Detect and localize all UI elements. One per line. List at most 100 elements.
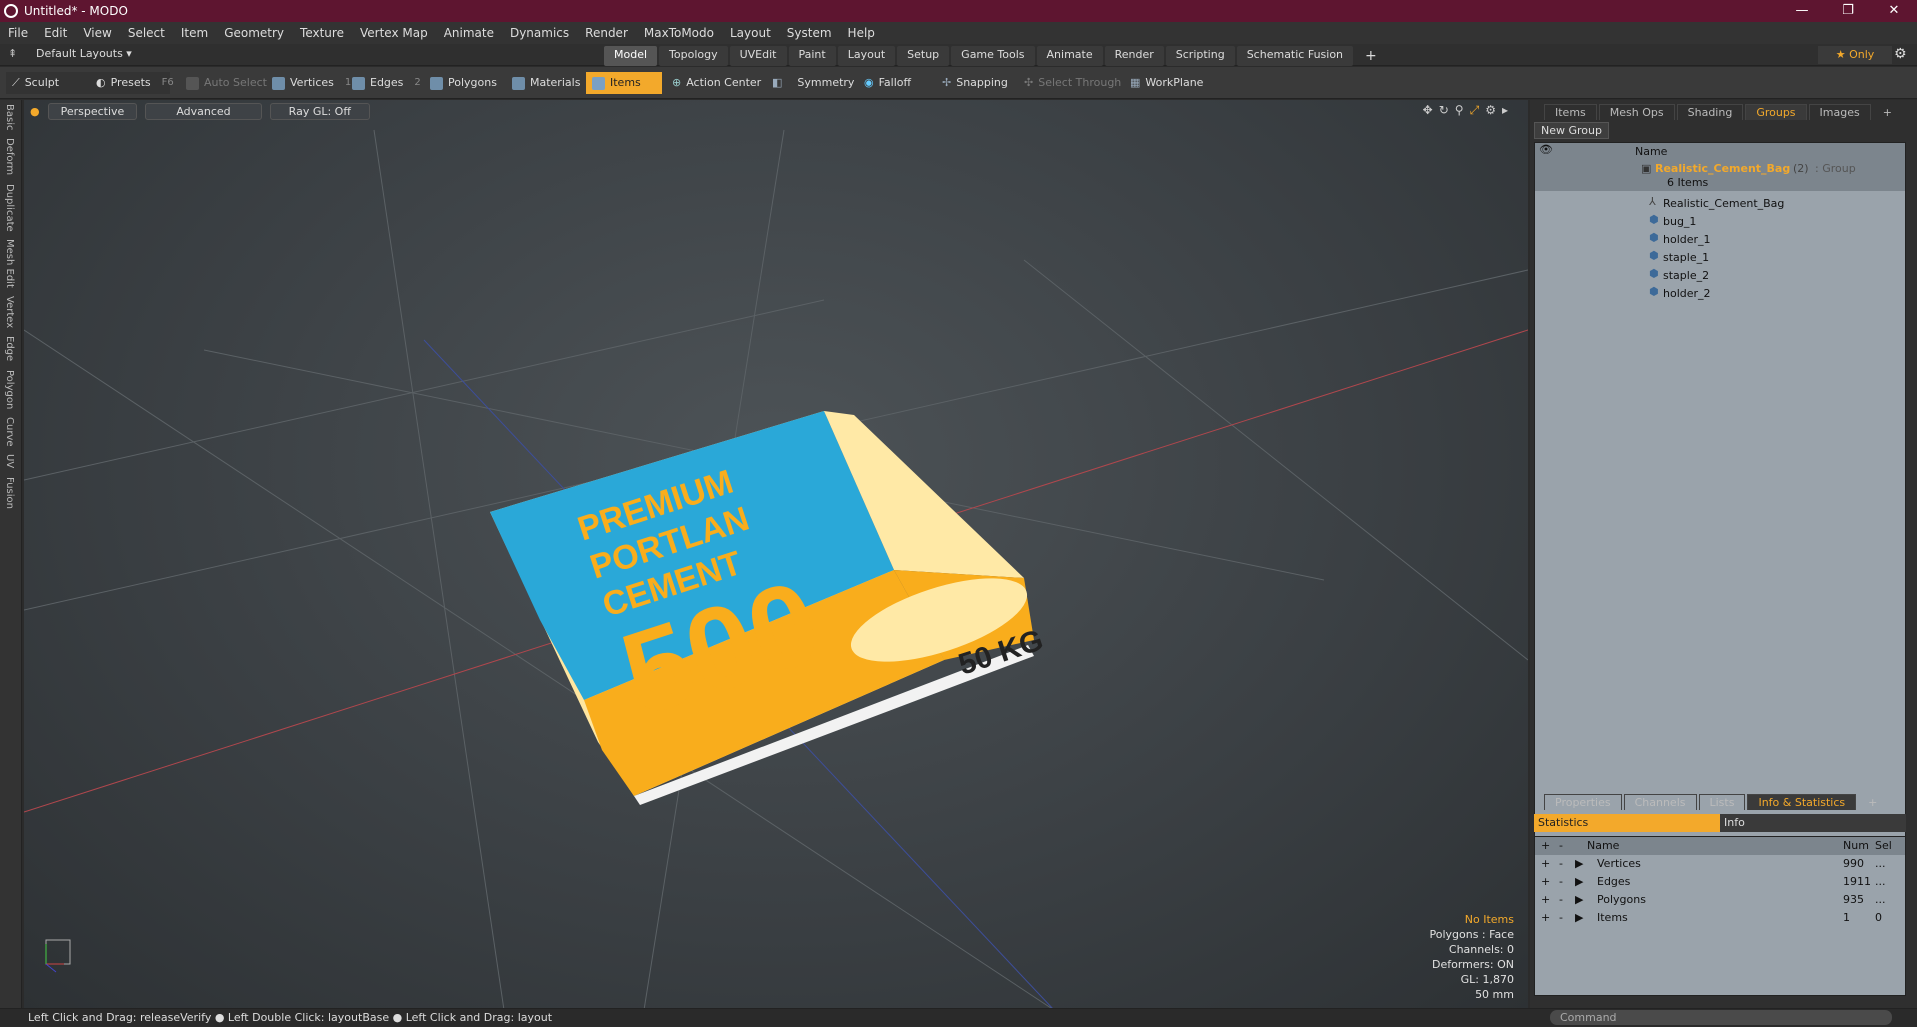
tab-animate[interactable]: Animate — [1036, 46, 1103, 66]
add-stats-tab-button[interactable]: + — [1858, 795, 1887, 810]
sculpt-button[interactable]: ⟋ Sculpt — [6, 72, 92, 94]
list-item[interactable]: ⬢ staple_2 — [1535, 267, 1905, 285]
viewport-menu-dot-icon[interactable]: ● — [30, 105, 40, 118]
list-item[interactable]: ⬢ holder_1 — [1535, 231, 1905, 249]
menu-dynamics[interactable]: Dynamics — [502, 26, 577, 40]
expand-arrow-icon[interactable]: ▶ — [1575, 875, 1583, 888]
falloff-button[interactable]: ◉ Falloff — [858, 72, 917, 94]
raygl-button[interactable]: Ray GL: Off — [269, 102, 370, 120]
info-subtab[interactable]: Info — [1720, 814, 1906, 832]
menu-file[interactable]: File — [0, 26, 36, 40]
tab-mesh-ops[interactable]: Mesh Ops — [1598, 104, 1675, 120]
tab-game-tools[interactable]: Game Tools — [951, 46, 1035, 66]
tab-topology[interactable]: Topology — [659, 46, 728, 66]
maximize-button[interactable]: ❐ — [1825, 0, 1871, 22]
select-through-button[interactable]: ✣ Select Through — [1018, 72, 1127, 94]
expand-arrow-icon[interactable]: ▶ — [1575, 911, 1583, 924]
left-tab-deform[interactable]: Deform — [4, 134, 15, 179]
menu-render[interactable]: Render — [577, 26, 636, 40]
tab-items[interactable]: Items — [1544, 104, 1597, 120]
move-view-icon[interactable]: ✥ — [1423, 103, 1433, 118]
perspective-button[interactable]: Perspective — [47, 102, 138, 120]
left-tab-curve[interactable]: Curve — [4, 413, 15, 451]
left-tab-polygon[interactable]: Polygon — [4, 366, 15, 413]
action-center-button[interactable]: ⊕ Action Center — [666, 72, 767, 94]
tab-channels[interactable]: Channels — [1623, 794, 1697, 810]
materials-button[interactable]: Materials — [506, 72, 586, 94]
close-button[interactable]: ✕ — [1871, 0, 1917, 22]
menu-view[interactable]: View — [75, 26, 119, 40]
expand-arrow-icon[interactable]: ▶ — [1575, 893, 1583, 906]
menu-layout[interactable]: Layout — [722, 26, 779, 40]
presets-button[interactable]: ◐ Presets F6 — [90, 72, 174, 94]
cement-bag-model[interactable]: PREMIUM PORTLAN CEMENT 500 50 KG — [490, 387, 1047, 805]
items-button[interactable]: Items — [586, 72, 662, 94]
tab-schematic-fusion[interactable]: Schematic Fusion — [1236, 46, 1354, 66]
menu-animate[interactable]: Animate — [436, 26, 502, 40]
left-tab-uv[interactable]: UV — [4, 450, 15, 472]
menu-texture[interactable]: Texture — [292, 26, 352, 40]
list-item[interactable]: ⅄ Realistic_Cement_Bag — [1535, 195, 1905, 213]
vertices-button[interactable]: Vertices 1 — [266, 72, 357, 94]
left-tab-vertex[interactable]: Vertex — [4, 292, 15, 332]
group-row[interactable]: ▣ Realistic_Cement_Bag (2) : Group 6 Ite… — [1535, 161, 1905, 191]
advanced-button[interactable]: Advanced — [145, 102, 262, 120]
left-tab-edge[interactable]: Edge — [4, 332, 15, 365]
tab-setup[interactable]: Setup — [897, 46, 950, 66]
menu-maxtomodo[interactable]: MaxToModo — [636, 26, 722, 40]
fit-view-icon[interactable]: ⤢ — [1470, 103, 1480, 118]
table-row[interactable]: + - ▶ Polygons 935 ... — [1535, 891, 1905, 909]
menu-vertex-map[interactable]: Vertex Map — [352, 26, 436, 40]
auto-select-button[interactable]: Auto Select — [180, 72, 273, 94]
table-row[interactable]: + - ▶ Vertices 990 ... — [1535, 855, 1905, 873]
menu-help[interactable]: Help — [840, 26, 883, 40]
tab-layout[interactable]: Layout — [837, 46, 896, 66]
tab-images[interactable]: Images — [1808, 104, 1871, 120]
gear-icon[interactable]: ⚙ — [1894, 46, 1907, 62]
edges-button[interactable]: Edges 2 — [346, 72, 427, 94]
left-tab-fusion[interactable]: Fusion — [4, 473, 15, 513]
tab-shading[interactable]: Shading — [1676, 104, 1744, 120]
layout-selector[interactable]: Default Layouts ▾ — [36, 47, 132, 60]
left-tab-mesh-edit[interactable]: Mesh Edit — [4, 235, 15, 292]
list-item[interactable]: ⬢ holder_2 — [1535, 285, 1905, 303]
table-row[interactable]: + - ▶ Items 1 0 — [1535, 909, 1905, 927]
command-input[interactable]: Command — [1550, 1010, 1892, 1025]
tab-groups[interactable]: Groups — [1745, 104, 1807, 120]
menu-select[interactable]: Select — [120, 26, 173, 40]
only-button[interactable]: ★ Only — [1818, 46, 1892, 64]
expand-arrow-icon[interactable]: ▶ — [1575, 857, 1583, 870]
new-group-button[interactable]: New Group — [1534, 122, 1609, 139]
menu-edit[interactable]: Edit — [36, 26, 75, 40]
viewport-expand-icon[interactable]: ▸ — [1502, 103, 1508, 118]
table-row[interactable]: + - ▶ Edges 1911 ... — [1535, 873, 1905, 891]
list-item[interactable]: ⬢ bug_1 — [1535, 213, 1905, 231]
tab-render[interactable]: Render — [1104, 46, 1164, 66]
tab-uvedit[interactable]: UVEdit — [729, 46, 787, 66]
expand-icon[interactable]: ⇞ — [8, 47, 17, 60]
snapping-button[interactable]: ✢ Snapping — [936, 72, 1014, 94]
symmetry-button[interactable]: ◧ Symmetry — [766, 72, 860, 94]
minimize-button[interactable]: — — [1779, 0, 1825, 22]
menu-system[interactable]: System — [779, 26, 840, 40]
menu-item[interactable]: Item — [173, 26, 216, 40]
left-tab-basic[interactable]: Basic — [4, 100, 15, 134]
add-panel-tab-button[interactable]: + — [1873, 105, 1902, 120]
tab-model[interactable]: Model — [604, 46, 658, 66]
list-item[interactable]: ⬢ staple_1 — [1535, 249, 1905, 267]
viewport-settings-icon[interactable]: ⚙ — [1485, 103, 1496, 118]
3d-viewport[interactable]: PREMIUM PORTLAN CEMENT 500 50 KG ● Persp… — [24, 100, 1528, 1010]
menu-geometry[interactable]: Geometry — [216, 26, 292, 40]
tab-info-statistics[interactable]: Info & Statistics — [1747, 794, 1857, 810]
tab-lists[interactable]: Lists — [1698, 794, 1746, 810]
rotate-view-icon[interactable]: ↻ — [1439, 103, 1449, 118]
add-tab-button[interactable]: + — [1355, 46, 1387, 66]
polygons-button[interactable]: Polygons — [424, 72, 503, 94]
tab-paint[interactable]: Paint — [788, 46, 836, 66]
tab-scripting[interactable]: Scripting — [1165, 46, 1235, 66]
statistics-subtab[interactable]: Statistics — [1534, 814, 1720, 832]
left-tab-duplicate[interactable]: Duplicate — [4, 180, 15, 236]
tab-properties[interactable]: Properties — [1544, 794, 1622, 810]
zoom-view-icon[interactable]: ⚲ — [1455, 103, 1464, 118]
workplane-button[interactable]: ▦ WorkPlane — [1124, 72, 1209, 94]
